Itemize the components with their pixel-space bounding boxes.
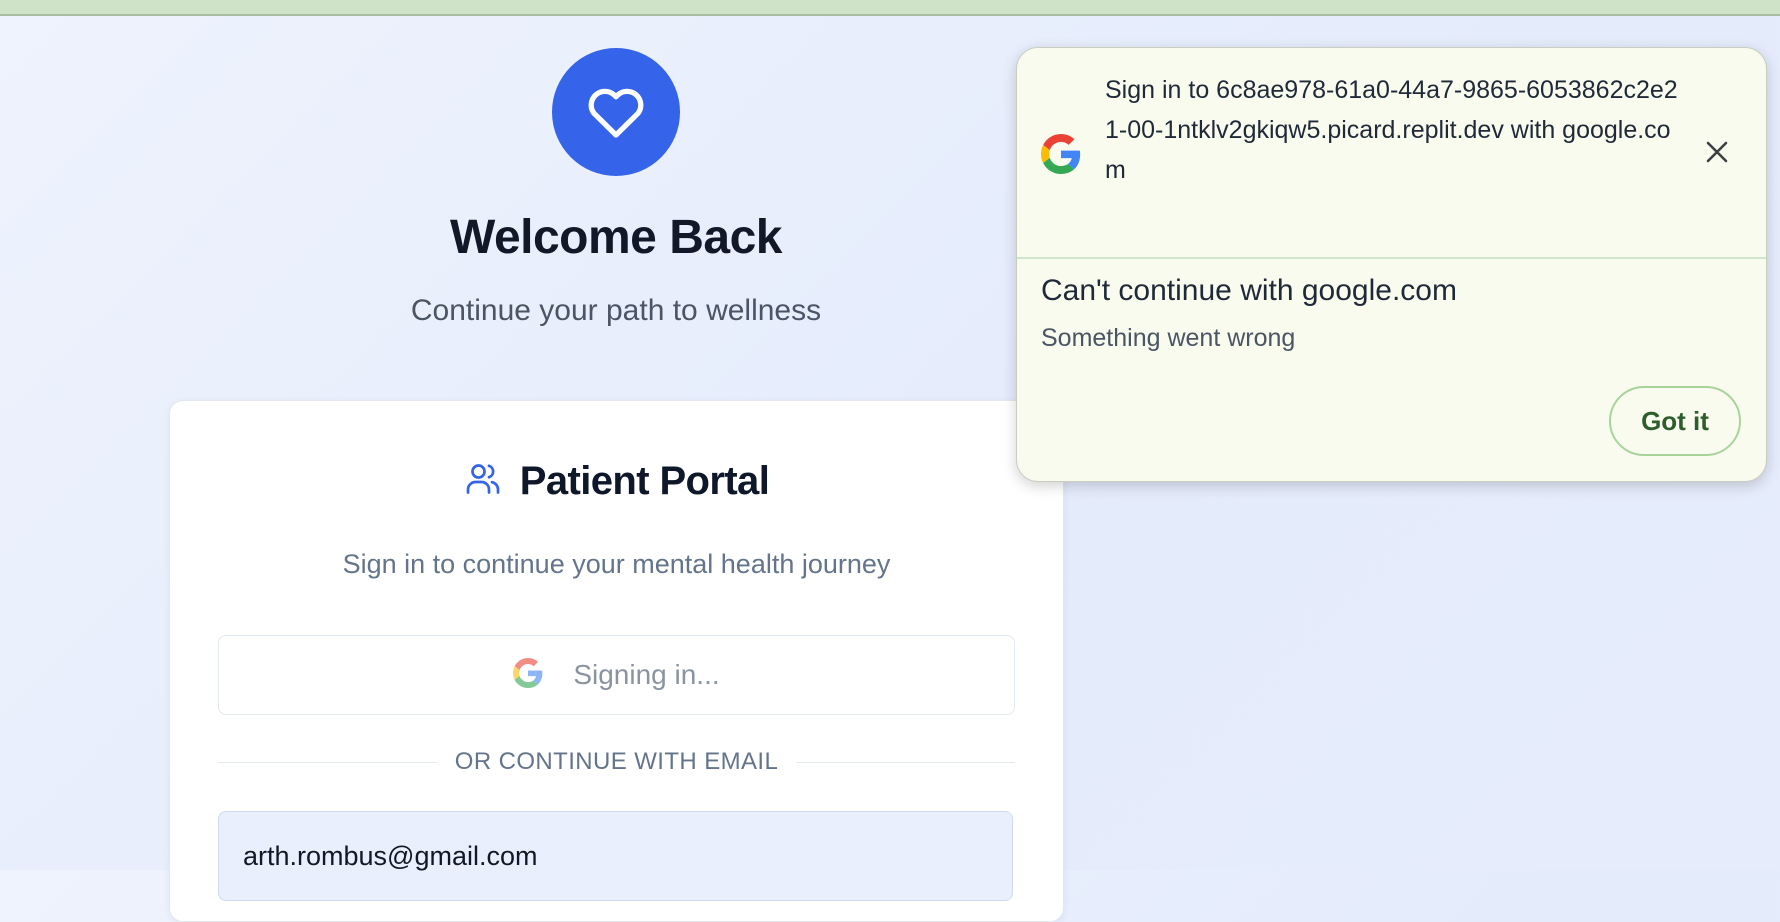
got-it-button[interactable]: Got it (1609, 386, 1741, 456)
google-sign-in-button[interactable]: Signing in... (218, 635, 1015, 715)
google-button-label: Signing in... (573, 659, 720, 690)
divider-line (796, 761, 1016, 763)
logo (552, 48, 680, 176)
google-sign-in-popup: Sign in to 6c8ae978-61a0-44a7-9865-60538… (1016, 47, 1767, 482)
card-title: Patient Portal (519, 458, 770, 503)
popup-header-text: Sign in to 6c8ae978-61a0-44a7-9865-60538… (1105, 76, 1678, 184)
divider-text: OR CONTINUE WITH EMAIL (454, 748, 779, 775)
email-field[interactable] (218, 811, 1013, 901)
error-title: Can't continue with google.com (1041, 274, 1457, 307)
login-card: Patient Portal Sign in to continue your … (169, 400, 1064, 922)
heart-icon (584, 81, 648, 144)
divider-line (218, 761, 437, 763)
close-icon (1705, 140, 1729, 169)
browser-top-bar (0, 0, 1780, 16)
card-subtitle: Sign in to continue your mental health j… (342, 549, 891, 579)
error-subtitle: Something went wrong (1041, 324, 1296, 352)
popup-header: Sign in to 6c8ae978-61a0-44a7-9865-60538… (1017, 48, 1766, 259)
google-icon (1041, 134, 1081, 179)
users-icon (464, 461, 502, 502)
card-header: Patient Portal (170, 456, 1063, 506)
divider: OR CONTINUE WITH EMAIL (218, 747, 1016, 777)
google-icon (513, 657, 543, 693)
popup-close-button[interactable] (1697, 134, 1737, 174)
